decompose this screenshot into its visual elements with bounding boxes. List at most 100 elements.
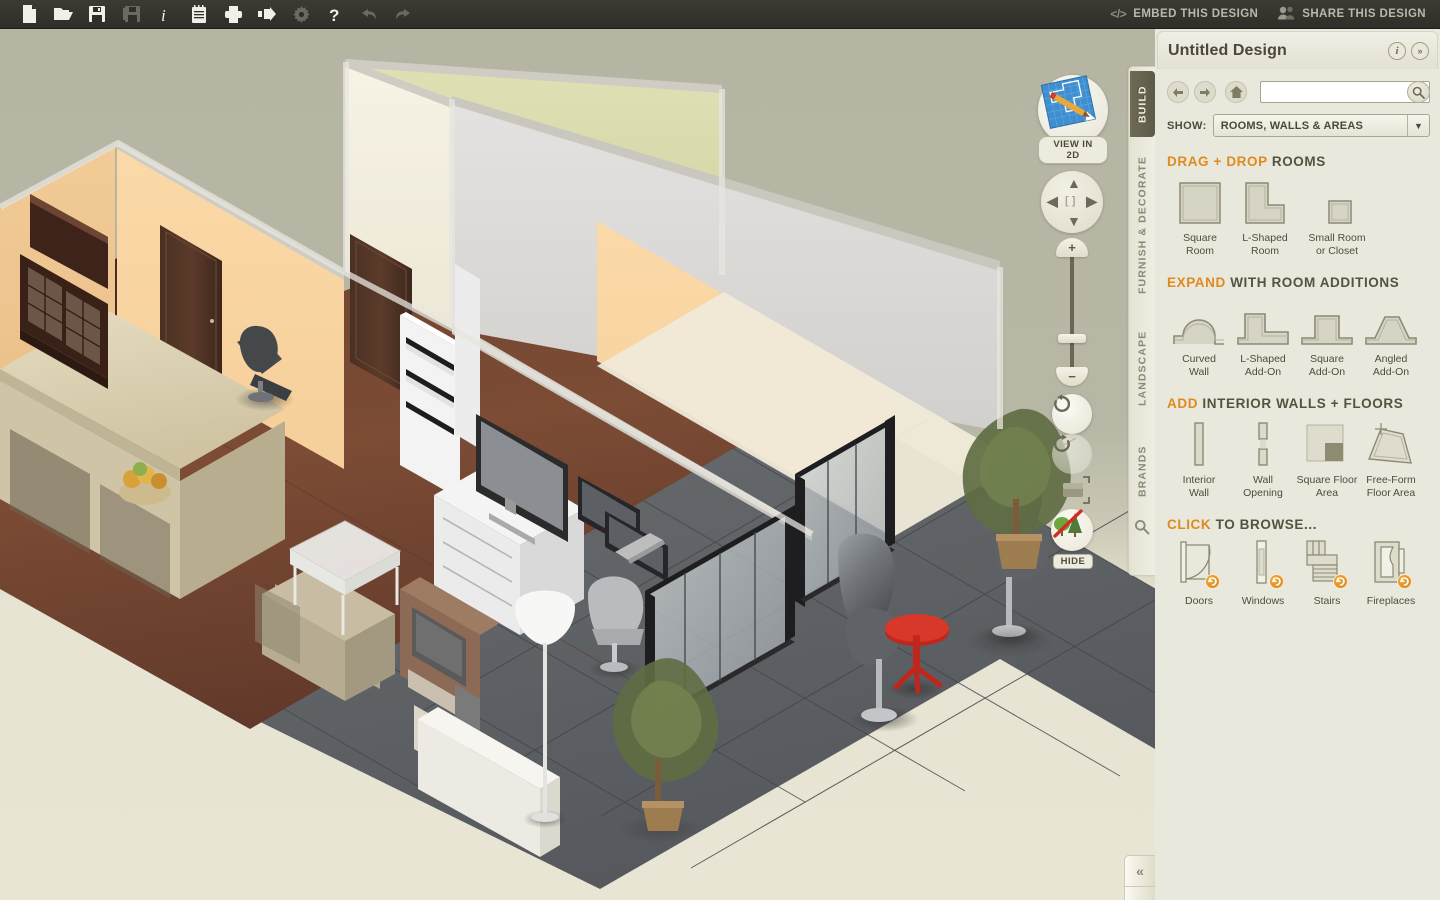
export-icon[interactable] bbox=[250, 1, 284, 28]
save-icon[interactable] bbox=[80, 1, 114, 28]
rotate-left-icon[interactable] bbox=[1052, 394, 1092, 434]
item-interior-wall[interactable]: Interior Wall bbox=[1167, 421, 1231, 500]
rotate-right-icon[interactable] bbox=[1052, 434, 1092, 474]
camera-frame-icon[interactable] bbox=[1055, 475, 1091, 505]
new-document-icon[interactable] bbox=[12, 1, 46, 28]
toolbar-right-links: </> EMBED THIS DESIGN SHARE THIS DESIGN bbox=[1110, 6, 1440, 23]
tab-landscape[interactable]: LANDSCAPE bbox=[1130, 313, 1155, 423]
section-items: Interior Wall Wall Opening Square Floor … bbox=[1167, 421, 1430, 500]
pan-left-button[interactable]: ◀ bbox=[1047, 193, 1058, 210]
info-circle-icon[interactable]: i bbox=[1388, 41, 1406, 60]
share-design-button[interactable]: SHARE THIS DESIGN bbox=[1278, 6, 1426, 23]
print-icon[interactable] bbox=[216, 1, 250, 28]
show-filter-row: SHOW: ROOMS, WALLS & AREAS ▼ bbox=[1155, 103, 1440, 137]
item-l-shaped-addon[interactable]: L-Shaped Add-On bbox=[1231, 300, 1295, 379]
undo-icon[interactable] bbox=[352, 1, 386, 28]
item-windows[interactable]: Windows bbox=[1231, 540, 1295, 608]
blueprint-pencil-icon[interactable] bbox=[1038, 75, 1108, 145]
panel-title-bar: Untitled Design i » bbox=[1157, 31, 1438, 69]
nav-home-button[interactable] bbox=[1225, 81, 1247, 103]
nav-forward-button[interactable] bbox=[1194, 81, 1216, 103]
info-icon[interactable]: i bbox=[148, 1, 182, 28]
show-filter-label: SHOW: bbox=[1167, 119, 1207, 132]
hide-label[interactable]: HIDE bbox=[1052, 554, 1094, 569]
tab-build[interactable]: BUILD bbox=[1130, 71, 1155, 137]
browse-badge-icon[interactable] bbox=[1269, 574, 1284, 589]
view-in-2d-label[interactable]: VIEW IN 2D bbox=[1038, 136, 1108, 164]
zoom-out-button[interactable]: − bbox=[1056, 367, 1088, 386]
item-label: Square Room bbox=[1183, 232, 1217, 257]
zoom-slider-track[interactable] bbox=[1070, 250, 1074, 376]
fireplace-icon bbox=[1367, 539, 1415, 590]
pan-down-button[interactable]: ▼ bbox=[1067, 213, 1081, 229]
item-wall-opening[interactable]: Wall Opening bbox=[1231, 421, 1295, 500]
item-fireplaces[interactable]: Fireplaces bbox=[1359, 539, 1423, 608]
embed-design-button[interactable]: </> EMBED THIS DESIGN bbox=[1110, 7, 1258, 21]
item-free-form-floor-area[interactable]: Free-Form Floor Area bbox=[1359, 421, 1423, 500]
nav-back-button[interactable] bbox=[1167, 81, 1189, 103]
show-filter-select[interactable]: ROOMS, WALLS & AREAS ▼ bbox=[1212, 114, 1430, 137]
pan-center-button[interactable]: [ ] bbox=[1065, 195, 1075, 207]
item-label: Windows bbox=[1241, 595, 1285, 607]
item-square-room[interactable]: Square Room bbox=[1167, 179, 1233, 258]
hide-plants-icon[interactable] bbox=[1051, 509, 1093, 551]
browse-badge-icon[interactable] bbox=[1205, 574, 1220, 589]
section-title-highlight: ADD bbox=[1167, 396, 1199, 411]
floorplan-3d-render bbox=[0, 59, 1155, 889]
pan-dpad-icon[interactable]: ▲ ◀ ▶ ▼ [ ] bbox=[1041, 171, 1103, 233]
double-chevron-down-icon[interactable]: » bbox=[1411, 41, 1429, 60]
search-input[interactable] bbox=[1260, 81, 1430, 103]
settings-gear-icon[interactable] bbox=[284, 1, 318, 28]
notes-icon[interactable] bbox=[182, 1, 216, 28]
view-in-2d-control[interactable]: VIEW IN 2D bbox=[1038, 75, 1108, 164]
section-items: Curved Wall L-Shaped Add-On Square Add-O… bbox=[1167, 300, 1430, 379]
item-square-addon[interactable]: Square Add-On bbox=[1295, 300, 1359, 379]
interior-wall-icon bbox=[1167, 421, 1231, 469]
collapse-right-button[interactable]: » bbox=[1124, 886, 1155, 900]
item-l-shaped-room[interactable]: L-Shaped Room bbox=[1233, 179, 1297, 258]
section-interior-walls-floors: ADD INTERIOR WALLS + FLOORS Interior Wal… bbox=[1155, 396, 1440, 500]
curved-wall-icon bbox=[1167, 300, 1231, 348]
item-square-floor-area[interactable]: Square Floor Area bbox=[1295, 421, 1359, 500]
l-shaped-room-icon bbox=[1233, 179, 1297, 227]
help-icon[interactable]: ? bbox=[318, 1, 352, 28]
design-canvas-3d[interactable]: VIEW IN 2D ▲ ◀ ▶ ▼ [ ] + − HIDE « bbox=[0, 29, 1155, 900]
pan-up-button[interactable]: ▲ bbox=[1067, 175, 1081, 191]
item-doors[interactable]: Doors bbox=[1167, 541, 1231, 608]
stairs-icon bbox=[1303, 539, 1351, 590]
pan-right-button[interactable]: ▶ bbox=[1086, 193, 1097, 210]
redo-icon[interactable] bbox=[386, 1, 420, 28]
item-label: Fireplaces bbox=[1366, 595, 1416, 607]
save-as-icon[interactable] bbox=[114, 1, 148, 28]
wall-opening-icon bbox=[1231, 421, 1295, 469]
zoom-slider[interactable]: + − bbox=[1056, 238, 1088, 386]
zoom-in-button[interactable]: + bbox=[1056, 238, 1088, 257]
page-title: Untitled Design bbox=[1168, 41, 1287, 59]
share-people-icon bbox=[1278, 6, 1295, 23]
item-label: Free-Form Floor Area bbox=[1366, 474, 1416, 499]
search-icon[interactable] bbox=[1407, 81, 1430, 103]
panel-collapse-group: « » bbox=[1124, 855, 1155, 900]
panel-search bbox=[1260, 81, 1430, 103]
collapse-left-button[interactable]: « bbox=[1124, 855, 1155, 886]
chevron-down-icon[interactable]: ▼ bbox=[1407, 115, 1429, 136]
tab-brands[interactable]: BRANDS bbox=[1130, 431, 1155, 511]
zoom-slider-handle[interactable] bbox=[1058, 334, 1086, 343]
item-small-room-closet[interactable]: Small Room or Closet bbox=[1297, 179, 1377, 258]
item-label: Interior Wall bbox=[1182, 474, 1216, 499]
item-angled-addon[interactable]: Angled Add-On bbox=[1359, 300, 1423, 379]
item-stairs[interactable]: Stairs bbox=[1295, 539, 1359, 608]
square-floor-area-icon bbox=[1295, 421, 1359, 469]
section-title-rest: TO BROWSE... bbox=[1211, 517, 1318, 532]
item-curved-wall[interactable]: Curved Wall bbox=[1167, 300, 1231, 379]
open-folder-icon[interactable] bbox=[46, 1, 80, 28]
browse-badge-icon[interactable] bbox=[1333, 574, 1348, 589]
section-title: DRAG + DROP ROOMS bbox=[1167, 154, 1430, 169]
svg-text:i: i bbox=[161, 6, 166, 23]
search-icon[interactable] bbox=[1134, 519, 1150, 540]
hide-plants-control[interactable]: HIDE bbox=[1051, 509, 1095, 569]
browse-badge-icon[interactable] bbox=[1397, 574, 1412, 589]
free-form-floor-area-icon bbox=[1359, 421, 1423, 469]
tab-furnish-decorate[interactable]: FURNISH & DECORATE bbox=[1130, 145, 1155, 305]
section-title-rest: INTERIOR WALLS + FLOORS bbox=[1198, 396, 1404, 411]
